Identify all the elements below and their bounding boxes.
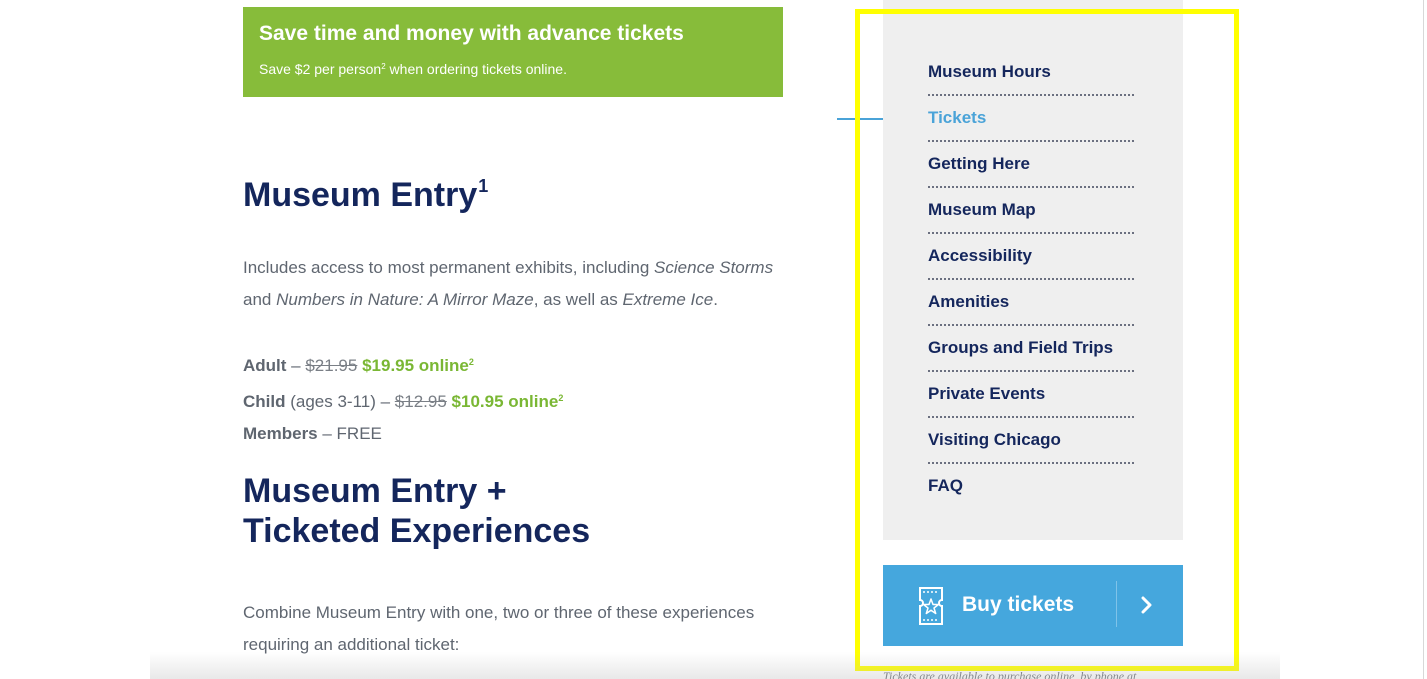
chevron-right-icon [1141,596,1152,614]
visit-sidebar-nav: Museum Hours Tickets Getting Here Museum… [883,0,1183,540]
sidebar-item-amenities[interactable]: Amenities [928,280,1134,326]
price-row-adult: Adult – $21.95 $19.95 online2 [243,356,474,375]
sidebar-nav-list: Museum Hours Tickets Getting Here Museum… [928,50,1134,510]
buy-tickets-label: Buy tickets [962,593,1075,616]
button-divider [1116,581,1117,627]
sidebar-item-museum-hours[interactable]: Museum Hours [928,50,1134,96]
price-list: Adult – $21.95 $19.95 online2 Child (age… [243,346,563,450]
museum-entry-heading: Museum Entry1 [243,176,489,214]
sidebar-item-tickets[interactable]: Tickets [928,96,1134,142]
child-online-price: $10.95 online2 [451,392,564,411]
exhibit-science-storms: Science Storms [654,258,774,277]
ticketed-experiences-heading: Museum Entry + Ticketed Experiences [243,472,591,550]
sidebar-item-accessibility[interactable]: Accessibility [928,234,1134,280]
sidebar-item-museum-map[interactable]: Museum Map [928,188,1134,234]
sidebar-item-visiting-chicago[interactable]: Visiting Chicago [928,418,1134,464]
price-row-members: Members – FREE [243,424,382,443]
buy-tickets-button[interactable]: Buy tickets [883,565,1183,646]
ticket-star-icon [919,587,943,625]
ticket-availability-note: Tickets are available to purchase online… [883,669,1137,679]
page-edge-divider [1423,0,1424,679]
advance-tickets-banner[interactable]: Save time and money with advance tickets… [243,7,783,97]
sidebar-item-private-events[interactable]: Private Events [928,372,1134,418]
adult-online-price: $19.95 online2 [362,356,474,375]
sidebar-item-getting-here[interactable]: Getting Here [928,142,1134,188]
banner-subtitle: Save $2 per person2 when ordering ticket… [259,61,567,77]
ticketed-experiences-description: Combine Museum Entry with one, two or th… [243,603,755,654]
sidebar-item-faq[interactable]: FAQ [928,464,1134,510]
child-regular-price: $12.95 [394,392,447,411]
exhibit-extreme-ice: Extreme Ice [622,290,714,309]
sidebar-item-groups-field-trips[interactable]: Groups and Field Trips [928,326,1134,372]
banner-title: Save time and money with advance tickets [259,22,684,45]
museum-entry-description: Includes access to most permanent exhibi… [243,258,774,309]
adult-regular-price: $21.95 [305,356,358,375]
price-row-child: Child (ages 3-11) – $12.95 $10.95 online… [243,392,564,411]
exhibit-numbers-in-nature: Numbers in Nature: A Mirror Maze [276,290,534,309]
